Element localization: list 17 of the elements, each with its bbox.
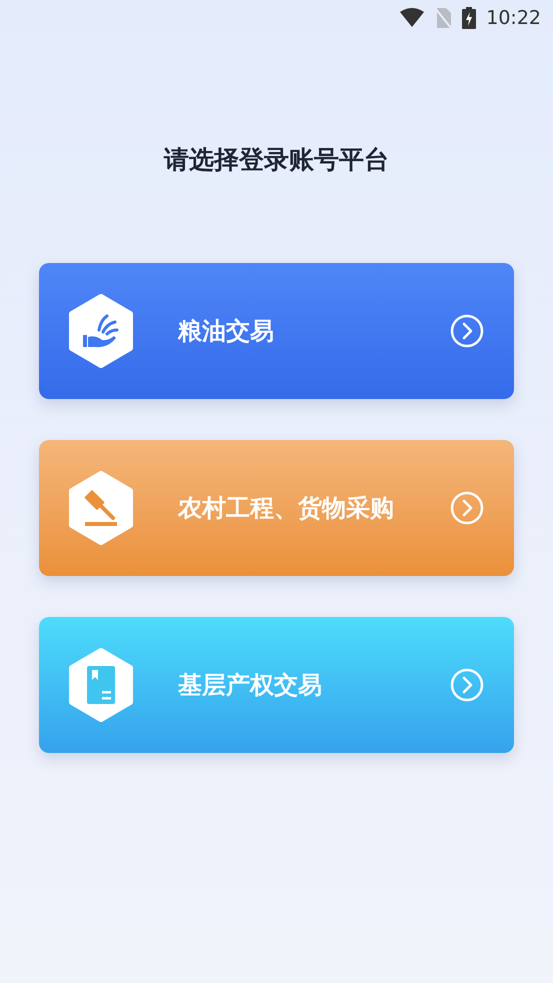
document-icon xyxy=(87,666,115,704)
platform-name: 基层产权交易 xyxy=(178,670,323,701)
chevron-right-icon xyxy=(450,314,484,348)
platform-card[interactable]: 粮油交易 xyxy=(39,263,514,399)
platform-card[interactable]: 基层产权交易 xyxy=(39,617,514,753)
platform-name: 粮油交易 xyxy=(178,316,275,347)
platform-card[interactable]: 农村工程、货物采购 xyxy=(39,440,514,576)
no-sim-icon xyxy=(434,7,452,29)
wifi-icon xyxy=(400,8,424,28)
platform-name: 农村工程、货物采购 xyxy=(178,493,395,524)
status-time: 10:22 xyxy=(486,6,541,31)
hand-wheat-icon xyxy=(83,314,118,348)
chevron-right-icon xyxy=(450,491,484,525)
chevron-right-icon xyxy=(450,668,484,702)
page-title: 请选择登录账号平台 xyxy=(162,144,390,176)
battery-icon xyxy=(462,7,476,29)
gavel-icon xyxy=(84,490,117,526)
